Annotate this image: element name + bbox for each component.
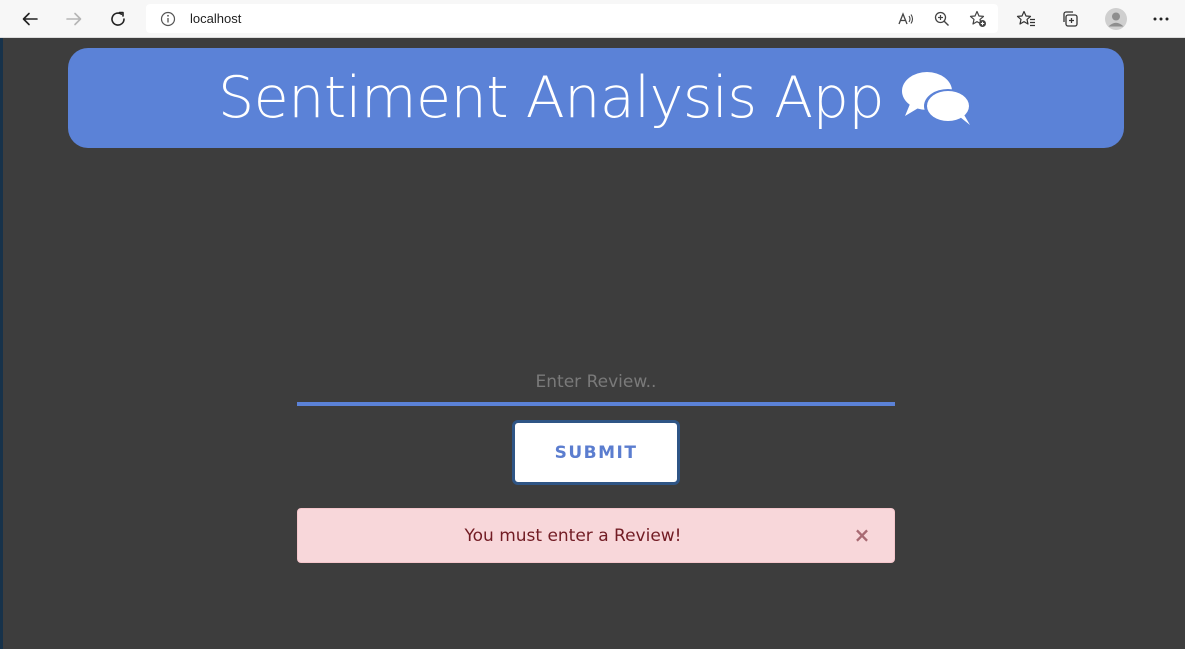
app-title: Sentiment Analysis App [217,65,885,131]
collections-icon[interactable] [1056,5,1084,33]
window-edge [0,38,3,649]
address-bar[interactable]: localhost [146,4,998,33]
more-icon[interactable] [1147,5,1175,33]
submit-button[interactable]: SUBMIT [512,420,680,485]
zoom-icon[interactable] [932,9,952,29]
back-arrow-icon[interactable] [16,5,44,33]
refresh-icon[interactable] [104,5,132,33]
info-icon[interactable] [158,9,178,29]
url-text[interactable]: localhost [190,11,241,26]
profile-icon[interactable] [1102,5,1130,33]
error-alert: You must enter a Review! × [297,508,895,563]
favorites-icon[interactable] [1012,5,1040,33]
app-header: Sentiment Analysis App [68,48,1124,148]
comments-icon [900,69,974,127]
add-favorite-icon[interactable] [968,9,988,29]
alert-message: You must enter a Review! [464,525,682,546]
forward-arrow-icon[interactable] [60,5,88,33]
close-icon[interactable]: × [852,523,872,547]
browser-toolbar: localhost [0,0,1185,38]
read-aloud-icon[interactable] [896,9,916,29]
review-input[interactable] [297,362,895,406]
